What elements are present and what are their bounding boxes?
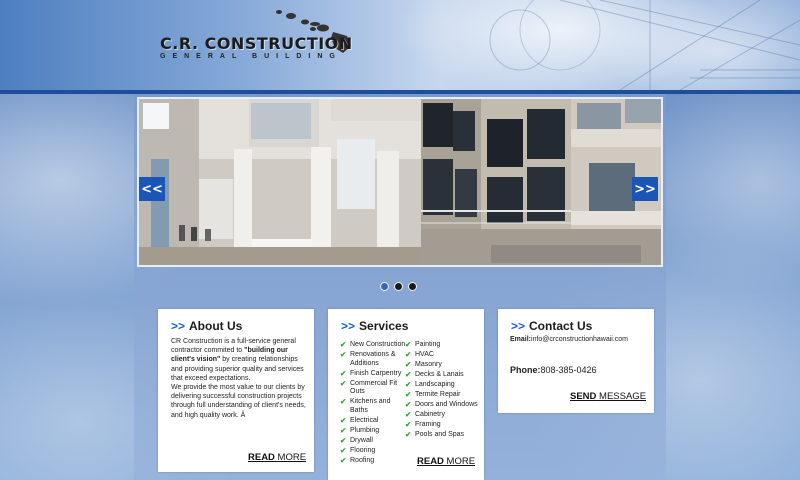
slide-image-interior — [139, 99, 421, 265]
contact-us-box: >> Contact Us Email:info@crconstructionha… — [498, 309, 654, 413]
check-icon: ✔ — [340, 445, 347, 455]
service-item: ✔ Masonry — [405, 359, 442, 369]
phone-number[interactable]: 808-385-0426 — [541, 365, 597, 375]
service-item: ✔ Cabinetry — [405, 409, 445, 419]
check-icon: ✔ — [405, 349, 412, 359]
about-us-heading: >> About Us — [171, 319, 242, 333]
check-icon: ✔ — [405, 409, 412, 419]
check-icon: ✔ — [405, 340, 412, 349]
check-icon: ✔ — [340, 340, 347, 349]
email-label: Email: — [510, 336, 532, 343]
contact-us-heading: >> Contact Us — [511, 319, 592, 333]
check-icon: ✔ — [405, 429, 412, 439]
check-icon: ✔ — [340, 397, 347, 407]
read-more-rest: MORE — [274, 452, 307, 463]
check-icon: ✔ — [340, 435, 347, 445]
services-read-more-link[interactable]: READ MORE — [417, 456, 475, 467]
about-us-text: CR Construction is a full-service genera… — [171, 337, 311, 420]
service-item: ✔ Landscaping — [405, 379, 455, 389]
services-list-col1: ✔ New Construction ✔ Renovations & Additio… — [340, 340, 406, 467]
site-header: C.R. CONSTRUCTION GENERAL BUILDING — [0, 0, 800, 90]
about-us-title: About Us — [189, 319, 243, 333]
check-icon: ✔ — [405, 419, 412, 429]
read-more-rest: MORE — [443, 456, 476, 467]
slider-pagination — [380, 282, 417, 291]
service-item: ✔ Framing — [405, 419, 441, 429]
contact-us-title: Contact Us — [529, 319, 593, 333]
service-item: ✔ Electrical — [340, 415, 379, 425]
check-icon: ✔ — [340, 415, 347, 425]
service-item: ✔ Finish Carpentry — [340, 368, 402, 378]
service-item: ✔ Painting — [405, 340, 441, 349]
image-slider — [137, 97, 663, 267]
services-box: >> Services ✔ New Construction ✔ Renovation… — [328, 309, 484, 480]
chevron-right-icon: >> — [511, 319, 526, 333]
service-item: ✔ HVAC — [405, 349, 434, 359]
slider-dot-1[interactable] — [380, 282, 389, 291]
slide-image-exterior — [421, 99, 661, 265]
service-item: ✔ Plumbing — [340, 425, 380, 435]
slider-next-button[interactable]: >> — [632, 177, 658, 201]
email-link[interactable]: info@crconstructionhawaii.com — [531, 336, 628, 343]
check-icon: ✔ — [405, 359, 412, 369]
service-item: ✔ Renovations & Additions — [340, 349, 396, 367]
service-item: ✔ Decks & Lanais — [405, 369, 464, 379]
brand-subtitle: GENERAL BUILDING — [160, 53, 342, 60]
services-title: Services — [359, 319, 409, 333]
service-item: ✔ Termite Repair — [405, 389, 461, 399]
blueprint-decoration — [489, 0, 800, 90]
check-icon: ✔ — [340, 368, 347, 378]
services-list-col2: ✔ Painting ✔ HVAC ✔ Masonry ✔ Decks & Lanais… — [405, 340, 481, 441]
send-bold: SEND — [570, 391, 597, 402]
contact-phone: Phone:808-385-0426 — [510, 365, 597, 375]
check-icon: ✔ — [405, 379, 412, 389]
about-read-more-link[interactable]: READ MORE — [248, 452, 306, 463]
about-us-box: >> About Us CR Construction is a full-ser… — [158, 309, 314, 472]
send-rest: MESSAGE — [596, 391, 647, 402]
service-item: ✔ Kitchens and Baths — [340, 397, 391, 414]
check-icon: ✔ — [340, 455, 347, 465]
check-icon: ✔ — [405, 399, 412, 409]
send-message-link[interactable]: SEND MESSAGE — [570, 391, 646, 402]
check-icon: ✔ — [405, 369, 412, 379]
chevron-right-icon: >> — [341, 319, 356, 333]
slider-prev-button[interactable]: << — [139, 177, 165, 201]
check-icon: ✔ — [405, 389, 412, 399]
contact-email: Email:info@crconstructionhawaii.com — [510, 336, 628, 343]
chevron-right-icon: >> — [171, 319, 186, 333]
slider-dot-3[interactable] — [408, 282, 417, 291]
service-item: ✔ Drywall — [340, 435, 373, 445]
service-item: ✔ Pools and Spas — [405, 429, 465, 439]
service-item: ✔ Roofing — [340, 455, 375, 465]
check-icon: ✔ — [340, 349, 347, 359]
read-more-bold: READ — [417, 456, 444, 467]
service-item: ✔ New Construction — [340, 340, 406, 349]
brand-logo[interactable]: C.R. CONSTRUCTION GENERAL BUILDING — [160, 34, 353, 60]
read-more-bold: READ — [248, 452, 275, 463]
check-icon: ✔ — [340, 425, 347, 435]
service-item: ✔ Flooring — [340, 445, 376, 455]
services-heading: >> Services — [341, 319, 408, 333]
phone-label: Phone: — [510, 365, 541, 375]
check-icon: ✔ — [340, 378, 347, 388]
service-item: ✔ Doors and Windows — [405, 399, 478, 409]
brand-title: C.R. CONSTRUCTION — [160, 34, 353, 53]
service-item: ✔ Commercial Fit Outs — [340, 378, 398, 396]
slider-dot-2[interactable] — [394, 282, 403, 291]
about-text-paragraph2: We provide the most value to our clients… — [171, 384, 306, 419]
